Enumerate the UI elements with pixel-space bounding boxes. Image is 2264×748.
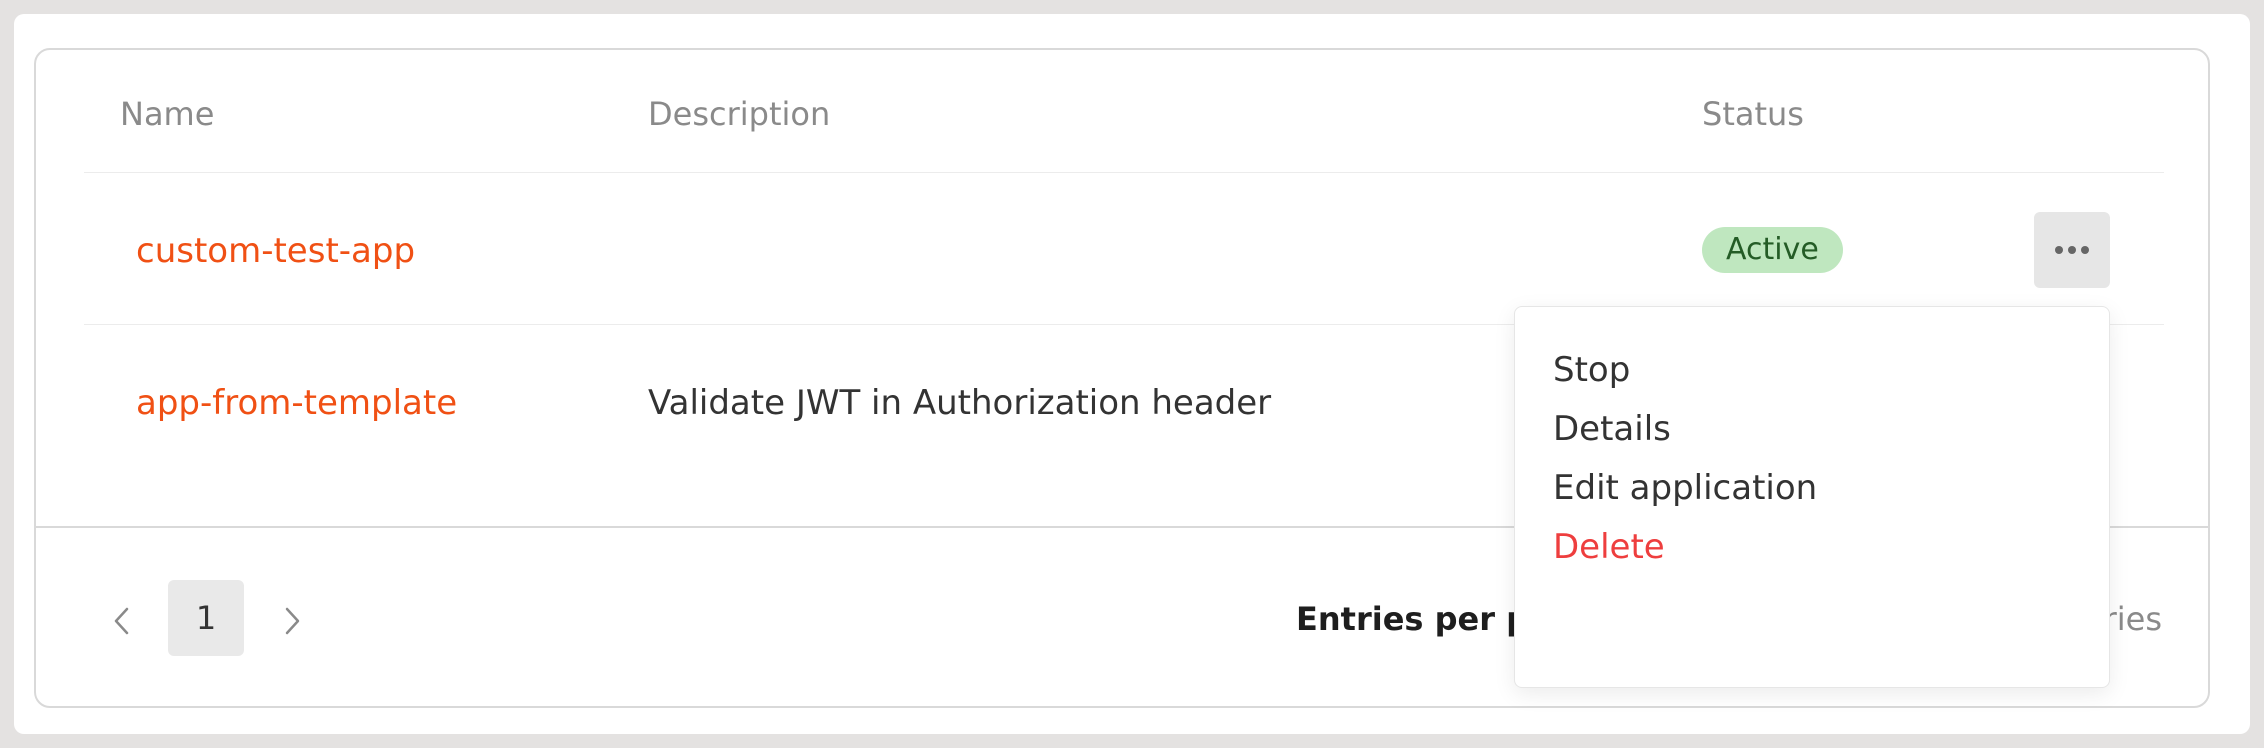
app-name-link[interactable]: custom-test-app (136, 230, 415, 272)
menu-item-stop[interactable]: Stop (1553, 349, 1630, 391)
app-description: Validate JWT in Authorization header (648, 383, 1272, 423)
row-actions-menu: Stop Details Edit application Delete (1514, 306, 2110, 688)
page-number-button[interactable]: 1 (168, 580, 244, 656)
more-dot (2055, 246, 2063, 254)
header-divider (84, 172, 2164, 173)
menu-item-delete[interactable]: Delete (1553, 526, 1665, 568)
menu-item-details[interactable]: Details (1553, 408, 1671, 450)
next-page-button[interactable] (272, 601, 312, 641)
status-badge: Active (1702, 227, 1843, 273)
entries-total-text: ries (2103, 600, 2162, 638)
previous-page-button[interactable] (102, 601, 142, 641)
column-header-description: Description (648, 95, 831, 133)
chevron-left-icon (114, 607, 129, 635)
chevron-right-icon (285, 607, 300, 635)
more-dot (2068, 246, 2076, 254)
column-header-status: Status (1702, 95, 1804, 133)
menu-item-edit-application[interactable]: Edit application (1553, 467, 1817, 509)
app-name-link[interactable]: app-from-template (136, 382, 457, 424)
column-header-name: Name (120, 95, 215, 133)
row-actions-button[interactable] (2034, 212, 2110, 288)
more-dot (2081, 246, 2089, 254)
entries-per-page-label: Entries per pa (1296, 600, 1551, 638)
